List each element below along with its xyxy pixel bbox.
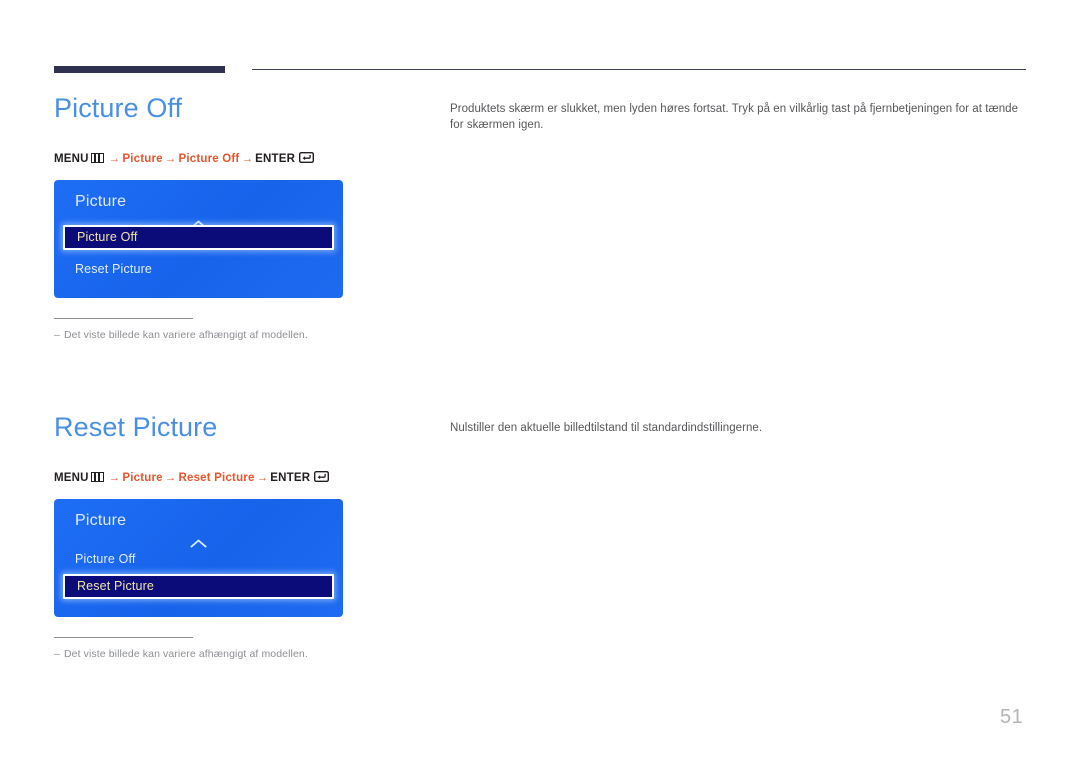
footnote-text-row: – Det viste billede kan variere afhængigt… [54, 328, 354, 342]
page-title: Reset Picture [54, 412, 218, 442]
footnote-text: Det viste billede kan variere afhængigt … [63, 329, 308, 341]
footnote-text-row: – Det viste billede kan variere afhængigt… [54, 647, 354, 661]
enter-return-icon [314, 470, 330, 483]
osd-menu-picture[interactable]: Picture Picture Off Reset Picture [54, 499, 343, 617]
menu-path-arrow: → [164, 472, 177, 484]
menu-path-breadcrumb: MENU → Picture → Reset Picture → ENTER [54, 470, 330, 485]
menu-path-step-picture-off: Picture Off [178, 153, 240, 165]
page-title: Picture Off [54, 93, 183, 123]
footnote-rule [54, 637, 193, 638]
section-description: Nulstiller den aktuelle billedtilstand t… [450, 422, 763, 434]
osd-item-list: Picture Off Reset Picture [54, 225, 343, 284]
osd-menu-picture[interactable]: Picture Picture Off Reset Picture [54, 180, 343, 298]
osd-item-reset-picture[interactable]: Reset Picture [54, 254, 343, 284]
osd-item-picture-off[interactable]: Picture Off [54, 544, 343, 574]
menu-path-step-reset-picture: Reset Picture [178, 472, 255, 484]
menu-path-breadcrumb: MENU → Picture → Picture Off → ENTER [54, 151, 315, 166]
footnote-text: Det viste billede kan variere afhængigt … [63, 648, 308, 660]
menu-grid-icon [90, 472, 104, 482]
menu-path-enter-label: ENTER [255, 153, 296, 165]
menu-path-menu-label: MENU [54, 153, 89, 165]
menu-path-arrow: → [108, 153, 121, 165]
menu-path-arrow: → [108, 472, 121, 484]
footnote-rule [54, 318, 193, 319]
footnote-dash: – [54, 648, 60, 660]
menu-path-step-picture: Picture [122, 472, 163, 484]
menu-path-arrow: → [256, 472, 269, 484]
footnote-block: – Det viste billede kan variere afhængigt… [54, 637, 354, 661]
header-thin-rule [252, 69, 1026, 70]
header-accent-bar [54, 66, 225, 73]
menu-path-arrow: → [164, 153, 177, 165]
osd-item-picture-off[interactable]: Picture Off [63, 225, 334, 250]
section-description: Produktets skærm er slukket, men lyden h… [450, 103, 1019, 131]
menu-path-menu-label: MENU [54, 472, 89, 484]
page-header-rules [54, 66, 1026, 74]
footnote-dash: – [54, 329, 60, 341]
enter-return-icon [299, 151, 315, 164]
menu-path-step-picture: Picture [122, 153, 163, 165]
footnote-block: – Det viste billede kan variere afhængigt… [54, 318, 354, 342]
osd-item-reset-picture[interactable]: Reset Picture [63, 574, 334, 599]
osd-menu-title: Picture [75, 193, 127, 210]
osd-item-list: Picture Off Reset Picture [54, 544, 343, 599]
page-number: 51 [1000, 706, 1024, 728]
menu-path-enter-label: ENTER [270, 472, 311, 484]
menu-path-arrow: → [241, 153, 254, 165]
osd-menu-title: Picture [75, 512, 127, 529]
menu-grid-icon [90, 153, 104, 163]
